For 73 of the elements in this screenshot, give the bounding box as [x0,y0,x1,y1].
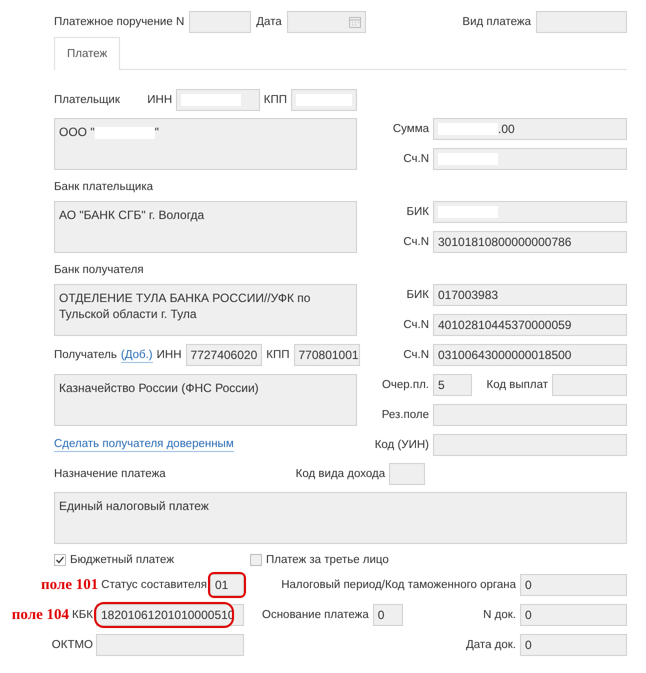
income-code-field[interactable] [389,463,426,485]
field-label: Назначение платежа [54,468,166,480]
field-label: Плательщик [54,94,121,106]
field-label: Очер.пл. [380,379,429,391]
annotation-label: поле 104 [12,606,70,624]
text-field[interactable] [96,634,244,656]
field-label: N док. [483,609,516,621]
kpp-field[interactable]: 770801001 [294,344,360,366]
text-field[interactable]: .00 [433,118,627,140]
bank-name-field[interactable]: АО "БАНК СГБ" г. Вологда [54,201,357,253]
field-label: Налоговый период/Код таможенного органа [281,579,516,591]
text-field[interactable]: 30101810800000000786 [433,231,627,253]
section-label: Банк получателя [54,263,145,278]
field-label: КПП [264,94,287,106]
field-label: Статус составителя [101,579,207,591]
field-label: Получатель [54,349,117,361]
field-label: Дата док. [466,639,516,651]
text-field[interactable]: 01 [210,574,244,596]
text-field[interactable]: 0 [520,634,627,656]
number-field[interactable] [189,11,252,33]
text-field[interactable]: 5 [433,374,472,396]
field-label: КБК [72,609,93,621]
field-label: Сч.N [402,319,429,331]
trust-recipient-link[interactable]: Сделать получателя доверенным [54,437,234,452]
text-field[interactable]: 40102810445370000059 [433,314,627,336]
text-field[interactable] [433,434,627,456]
text-field[interactable] [433,148,627,170]
calendar-icon[interactable] [348,16,361,28]
payment-type-field[interactable] [536,11,627,33]
text-field[interactable]: 017003983 [433,284,627,306]
payer-name-field[interactable]: ООО " " [54,118,357,170]
field-label: Вид платежа [462,16,531,28]
inn-field[interactable] [176,89,260,111]
text-field[interactable]: 0 [520,574,627,596]
text-field[interactable]: 0 [520,604,627,626]
section-label: Банк плательщика [54,180,154,195]
checkbox-label: Бюджетный платеж [70,554,174,566]
field-label: Рез.поле [380,409,429,421]
field-label: Дата [256,16,282,28]
annotation-label: поле 101 [40,576,98,594]
add-link[interactable]: (Доб.) [120,348,153,362]
field-label: ОКТМО [52,639,93,651]
field-label: БИК [405,289,429,301]
text-field[interactable] [433,201,627,223]
field-label: Сч.N [402,236,429,248]
field-label: Код выплат [486,379,548,391]
field-label: Сумма [392,123,429,135]
bank-name-field[interactable]: ОТДЕЛЕНИЕ ТУЛА БАНКА РОССИИ//УФК по Тульской области г. Тула [54,284,357,336]
field-label: Платежное поручение N [54,16,184,28]
checkbox[interactable] [54,554,66,566]
field-label: ИНН [147,94,172,106]
checkbox[interactable] [250,554,262,566]
date-field[interactable] [286,11,366,33]
field-label: Сч.N [402,349,429,361]
text-field[interactable]: 18201061201010000510 [96,604,244,626]
recipient-name-field[interactable]: Казначейство России (ФНС России) [54,374,357,426]
field-label: Код вида дохода [296,468,386,480]
field-label: ИНН [156,349,182,361]
text-field[interactable]: 0 [372,604,403,626]
inn-field[interactable]: 7727406020 [186,344,262,366]
field-label: Основание платежа [262,609,369,621]
tab[interactable]: Платеж [54,37,120,70]
text-field[interactable] [552,374,627,396]
text-field[interactable] [433,404,627,426]
checkbox-label: Платеж за третье лицо [266,554,389,566]
field-label: БИК [405,206,429,218]
highlight-outline [208,572,246,598]
field-label: КПП [266,349,290,361]
field-label: Код (УИН) [374,439,429,451]
kpp-field[interactable] [291,89,357,111]
field-label: Сч.N [402,153,429,165]
purpose-field[interactable]: Единый налоговый платеж [54,492,627,544]
text-field[interactable]: 03100643000000018500 [433,344,627,366]
